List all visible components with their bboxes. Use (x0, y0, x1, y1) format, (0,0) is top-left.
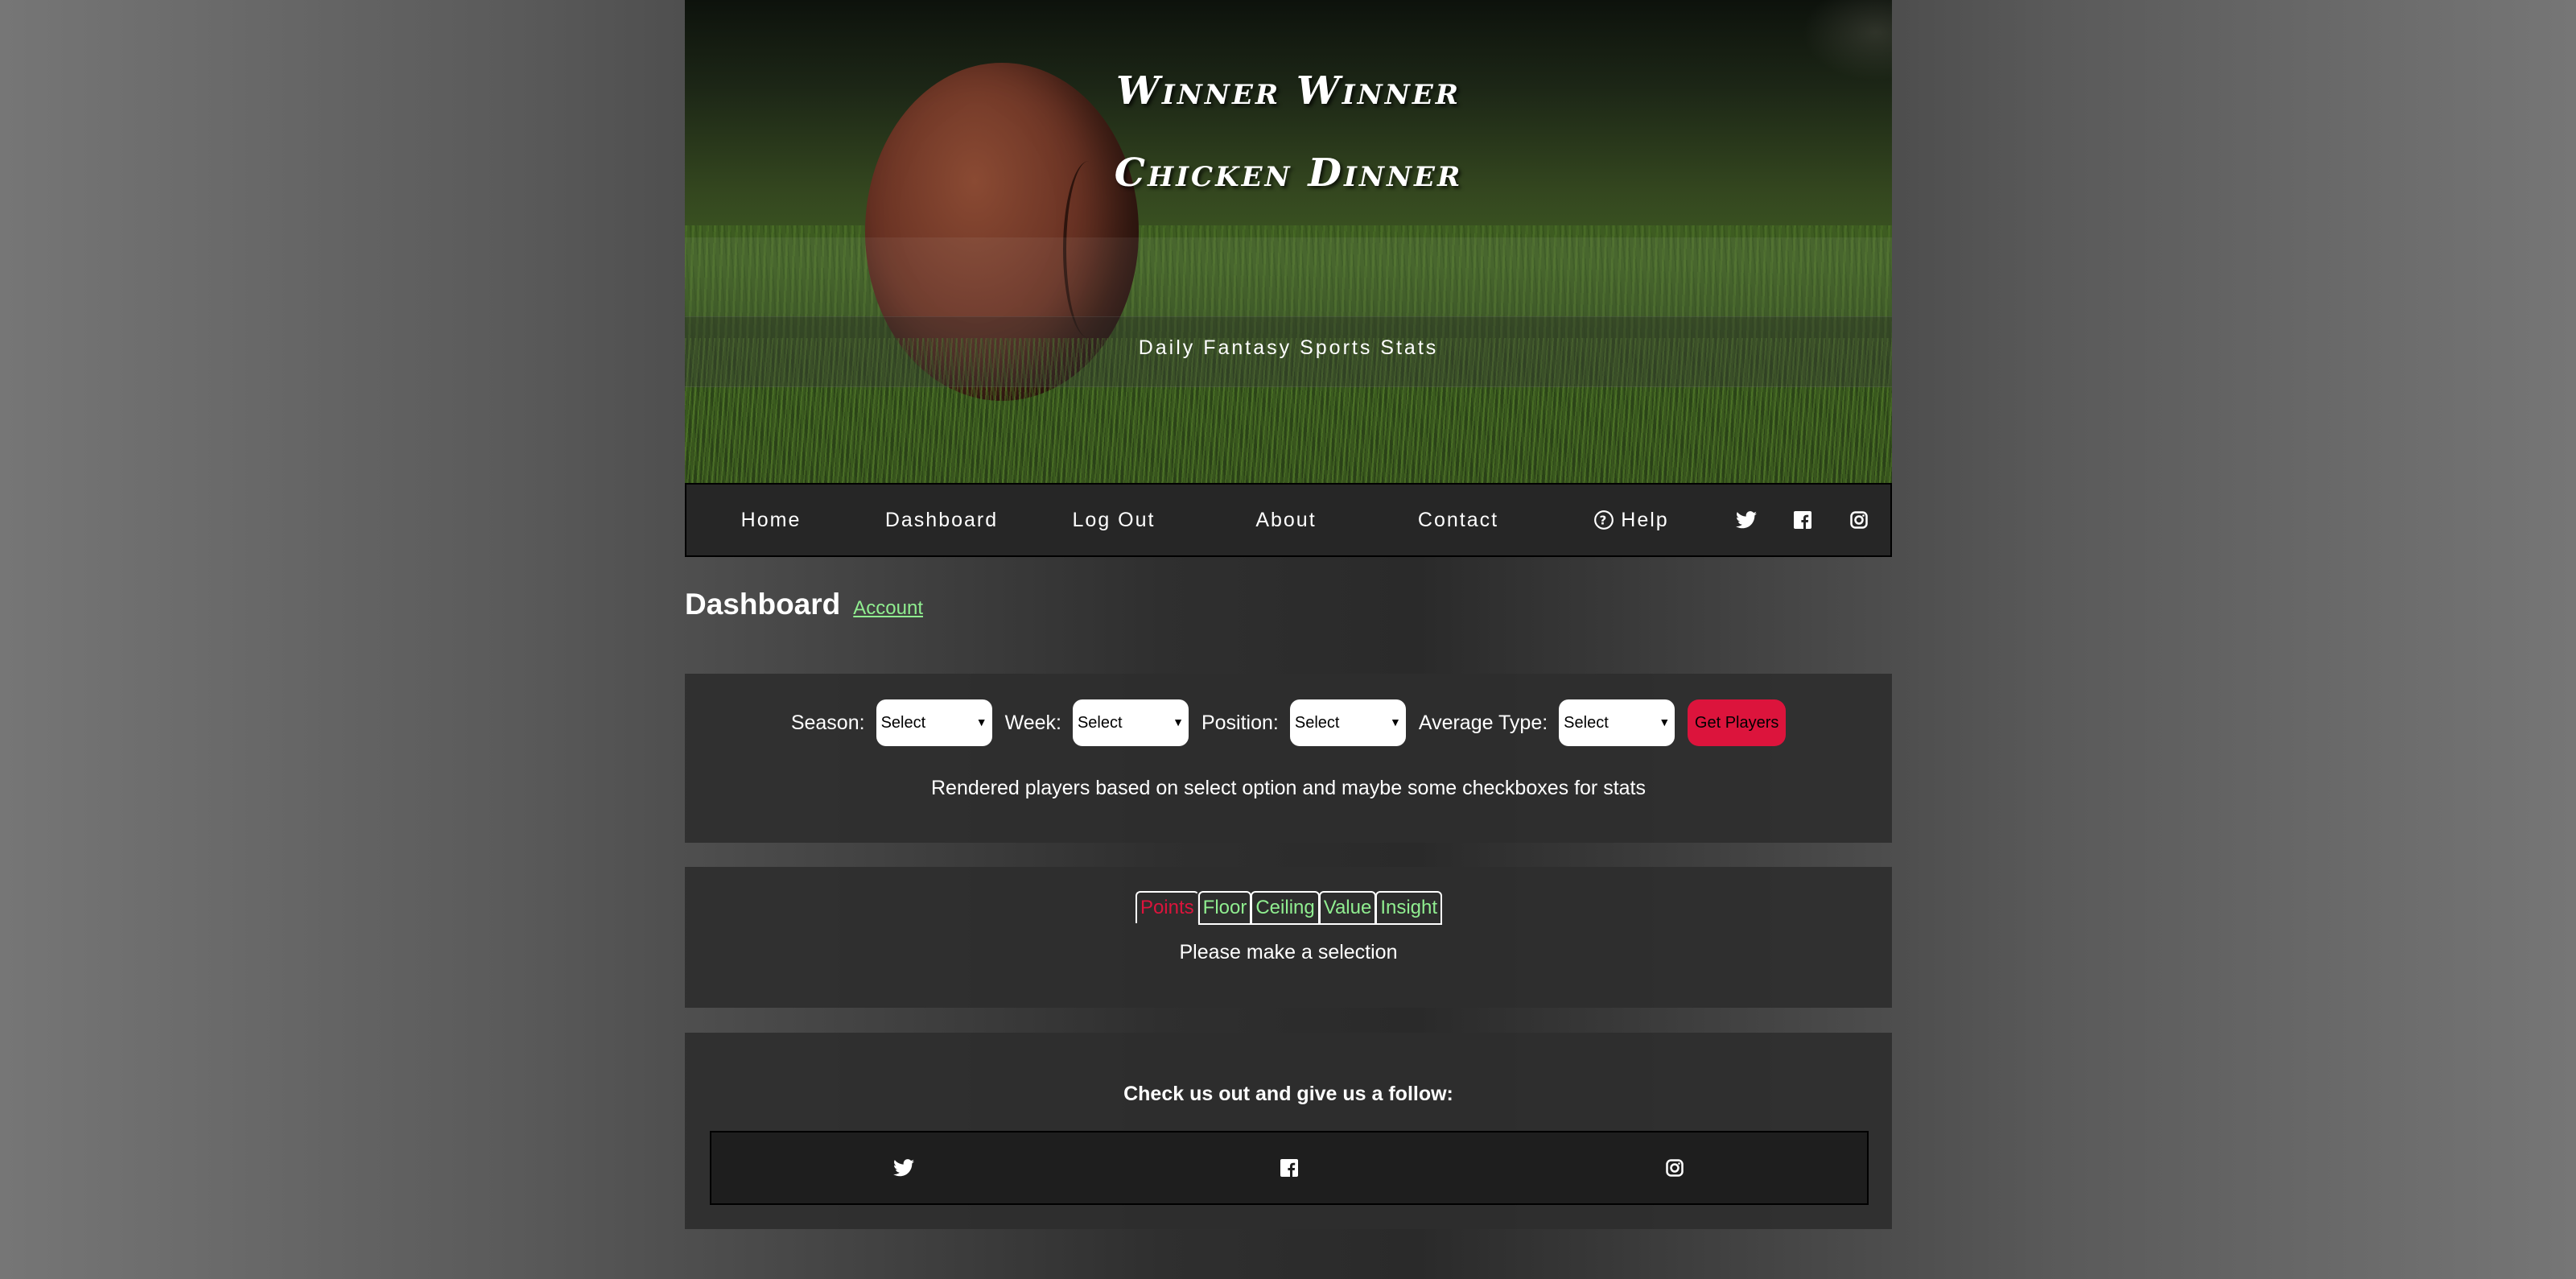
footer-instagram-link[interactable] (1482, 1159, 1867, 1177)
help-circle-icon: ? (1594, 510, 1614, 530)
chevron-down-icon: ▼ (1173, 716, 1184, 728)
season-label: Season: (790, 711, 865, 734)
tab-value[interactable]: Value (1318, 891, 1377, 925)
nav-home[interactable]: Home (686, 509, 855, 532)
tab-insight[interactable]: Insight (1375, 891, 1443, 925)
stats-tabs: Points Floor Ceiling Value Insight (685, 891, 1892, 925)
season-select[interactable]: Select ▼ (876, 699, 992, 746)
site-title-line2: Chicken Dinner (1114, 151, 1463, 196)
chevron-down-icon: ▼ (975, 716, 987, 728)
instagram-icon (1850, 511, 1868, 529)
nav-help-label: Help (1621, 508, 1669, 531)
site-title-line1: Winner Winner (1116, 68, 1461, 113)
get-players-button[interactable]: Get Players (1688, 699, 1787, 746)
nav-log-out[interactable]: Log Out (1028, 509, 1200, 532)
nav-help[interactable]: ? Help (1544, 509, 1718, 532)
dashboard-heading: Dashboard Account (685, 588, 923, 621)
average-type-select[interactable]: Select ▼ (1559, 699, 1675, 746)
footer-twitter-link[interactable] (711, 1159, 1097, 1177)
filter-row: Season: Select ▼ Week: Select ▼ Position… (685, 699, 1892, 746)
week-select-value: Select (1077, 713, 1123, 732)
instagram-icon (1665, 1159, 1684, 1177)
position-select[interactable]: Select ▼ (1289, 699, 1406, 746)
nav-instagram-link[interactable] (1831, 511, 1887, 529)
average-type-label: Average Type: (1418, 711, 1548, 734)
footer-panel: Check us out and give us a follow: (685, 1033, 1892, 1229)
footer-social-bar (710, 1131, 1869, 1205)
nav-about[interactable]: About (1200, 509, 1372, 532)
position-select-value: Select (1294, 713, 1340, 732)
nav-dashboard[interactable]: Dashboard (855, 509, 1028, 532)
facebook-icon (1280, 1159, 1298, 1177)
tabs-empty-message: Please make a selection (1179, 941, 1398, 963)
page-container: Winner Winner Chicken Dinner Daily Fanta… (685, 0, 1892, 483)
facebook-icon (1794, 511, 1811, 529)
tab-floor[interactable]: Floor (1197, 891, 1252, 925)
nav-facebook-link[interactable] (1774, 511, 1831, 529)
svg-text:?: ? (1600, 513, 1609, 527)
week-label: Week: (1004, 711, 1061, 734)
main-nav: Home Dashboard Log Out About Contact ? H… (685, 483, 1892, 557)
average-type-select-value: Select (1564, 713, 1609, 732)
chevron-down-icon: ▼ (1390, 716, 1401, 728)
hero-banner: Winner Winner Chicken Dinner Daily Fanta… (685, 0, 1892, 483)
site-tagline: Daily Fantasy Sports Stats (1138, 336, 1439, 359)
account-link[interactable]: Account (853, 597, 923, 620)
season-select-value: Select (880, 713, 926, 732)
twitter-icon (1736, 511, 1757, 529)
chevron-down-icon: ▼ (1659, 716, 1671, 728)
footer-facebook-link[interactable] (1097, 1159, 1482, 1177)
twitter-icon (893, 1159, 915, 1177)
nav-contact[interactable]: Contact (1372, 509, 1544, 532)
site-title: Winner Winner Chicken Dinner (685, 50, 1892, 214)
filter-panel: Season: Select ▼ Week: Select ▼ Position… (685, 674, 1892, 843)
stats-tabs-panel: Points Floor Ceiling Value Insight Pleas… (685, 867, 1892, 1008)
hero-overlay-band (685, 237, 1892, 316)
footer-heading: Check us out and give us a follow: (1123, 1083, 1453, 1105)
position-label: Position: (1201, 711, 1279, 734)
tab-points[interactable]: Points (1135, 891, 1199, 923)
week-select[interactable]: Select ▼ (1072, 699, 1189, 746)
tab-ceiling[interactable]: Ceiling (1251, 891, 1320, 925)
nav-twitter-link[interactable] (1718, 511, 1774, 529)
filter-note: Rendered players based on select option … (930, 777, 1646, 799)
page-title: Dashboard (685, 588, 841, 621)
